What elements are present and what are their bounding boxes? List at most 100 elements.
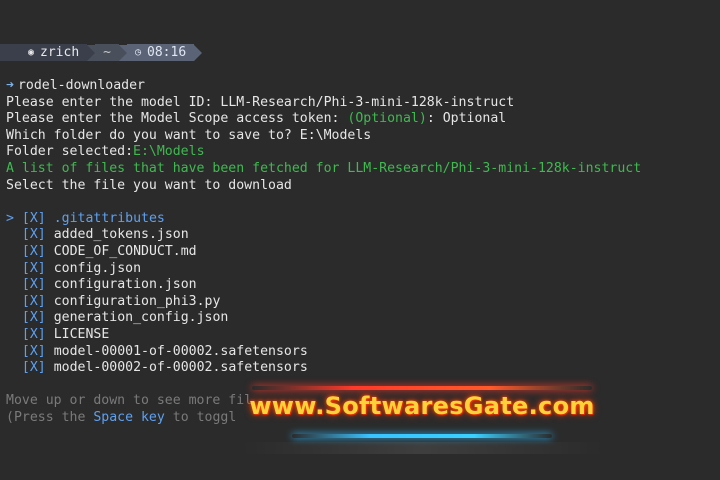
watermark-top-glow	[252, 386, 592, 390]
file-name: model-00002-of-00002.safetensors	[53, 360, 308, 376]
file-checkbox[interactable]: [X]	[22, 327, 46, 342]
folder-prompt: Which folder do you want to save to?	[6, 127, 300, 143]
selection-cursor	[6, 261, 14, 276]
file-list-item[interactable]: [X] config.json	[6, 261, 716, 278]
token-value: Optional	[442, 111, 507, 127]
selection-cursor	[6, 277, 14, 292]
watermark-reflection	[242, 442, 602, 454]
folder-selected-line: Folder selected:E:\Models	[6, 144, 716, 161]
prompt-dir-segment: ~	[95, 44, 119, 61]
terminal-window[interactable]: ◉ zrich ~ ◷ 08:16 ➜ rodel-downloader Plea…	[0, 0, 720, 480]
toggle-hint-prefix: (Press the	[6, 409, 94, 425]
folder-prompt-line: Which folder do you want to save to? E:\…	[6, 128, 716, 145]
folder-value: E:\Models	[299, 127, 372, 143]
file-name: added_tokens.json	[53, 227, 189, 243]
file-checkbox[interactable]: [X]	[22, 360, 46, 375]
watermark-text: www.SoftwaresGate.com	[249, 392, 595, 420]
clock-icon: ◷	[135, 47, 142, 58]
folder-selected-value: E:\Models	[133, 144, 205, 160]
prompt-user: zrich	[40, 45, 80, 60]
file-list-item[interactable]: [X] configuration_phi3.py	[6, 294, 716, 311]
space-key-label: Space key	[93, 409, 165, 425]
file-name: CODE_OF_CONDUCT.md	[53, 243, 197, 259]
command-line: ➜ rodel-downloader	[6, 78, 716, 95]
file-name: .gitattributes	[53, 210, 165, 226]
file-name: LICENSE	[53, 326, 110, 342]
file-checkbox[interactable]: [X]	[22, 294, 46, 309]
file-list-item[interactable]: [X] model-00001-of-00002.safetensors	[6, 344, 716, 361]
os-logo-icon: ◉	[28, 47, 35, 58]
prompt-time-segment: ◷ 08:16	[127, 44, 195, 61]
prompt-time: 08:16	[147, 45, 187, 60]
file-checkbox[interactable]: [X]	[22, 261, 46, 276]
file-name: configuration_phi3.py	[53, 293, 221, 309]
file-name: model-00001-of-00002.safetensors	[53, 343, 308, 359]
file-list-item[interactable]: [X] configuration.json	[6, 277, 716, 294]
file-checkbox[interactable]: [X]	[22, 211, 46, 226]
powerline-separator-icon	[194, 44, 203, 61]
file-checkbox[interactable]: [X]	[22, 227, 46, 242]
selection-cursor	[6, 344, 14, 359]
selection-cursor	[6, 327, 14, 342]
prompt-arrow-icon: ➜	[6, 78, 14, 93]
powerline-separator-icon	[87, 44, 96, 61]
token-colon: :	[426, 111, 443, 127]
token-line: Please enter the Model Scope access toke…	[6, 111, 716, 128]
file-checkbox[interactable]: [X]	[22, 244, 46, 259]
powerline-separator-icon	[119, 44, 127, 61]
file-checkbox[interactable]: [X]	[22, 277, 46, 292]
selection-cursor: >	[6, 210, 14, 226]
select-message: Select the file you want to download	[6, 177, 292, 193]
command-text: rodel-downloader	[17, 78, 145, 93]
selection-cursor	[6, 244, 14, 259]
file-list-item[interactable]: [X] model-00002-of-00002.safetensors	[6, 360, 716, 377]
file-list[interactable]: > [X] .gitattributes [X] added_tokens.js…	[6, 211, 716, 377]
file-list-item[interactable]: > [X] .gitattributes	[6, 211, 716, 228]
prompt-user-segment: ◉ zrich	[0, 44, 88, 61]
prompt-dir: ~	[103, 45, 111, 60]
file-list-item[interactable]: [X] CODE_OF_CONDUCT.md	[6, 244, 716, 261]
selection-cursor	[6, 294, 14, 309]
prompt-bar: ◉ zrich ~ ◷ 08:16	[0, 44, 203, 61]
model-id-value: LLM-Research/Phi-3-mini-128k-instruct	[220, 94, 515, 110]
fetched-message: A list of files that have been fetched f…	[6, 160, 642, 176]
selection-cursor	[6, 227, 14, 242]
watermark: www.SoftwaresGate.com	[222, 378, 622, 458]
file-checkbox[interactable]: [X]	[22, 310, 46, 325]
folder-selected-label: Folder selected:	[6, 144, 134, 160]
token-prompt: Please enter the Model Scope access toke…	[6, 111, 348, 127]
model-id-prompt: Please enter the model ID:	[6, 94, 221, 110]
model-id-line: Please enter the model ID: LLM-Research/…	[6, 95, 716, 112]
selection-cursor	[6, 360, 14, 375]
watermark-bottom-glow	[292, 434, 552, 438]
file-name: configuration.json	[53, 277, 197, 293]
file-list-item[interactable]: [X] added_tokens.json	[6, 227, 716, 244]
file-name: generation_config.json	[53, 310, 229, 326]
file-checkbox[interactable]: [X]	[22, 344, 46, 359]
token-optional-hint: (Optional)	[347, 111, 427, 127]
file-list-item[interactable]: [X] generation_config.json	[6, 310, 716, 327]
terminal-output: ➜ rodel-downloader Please enter the model…	[6, 78, 716, 426]
selection-cursor	[6, 310, 14, 325]
file-list-item[interactable]: [X] LICENSE	[6, 327, 716, 344]
